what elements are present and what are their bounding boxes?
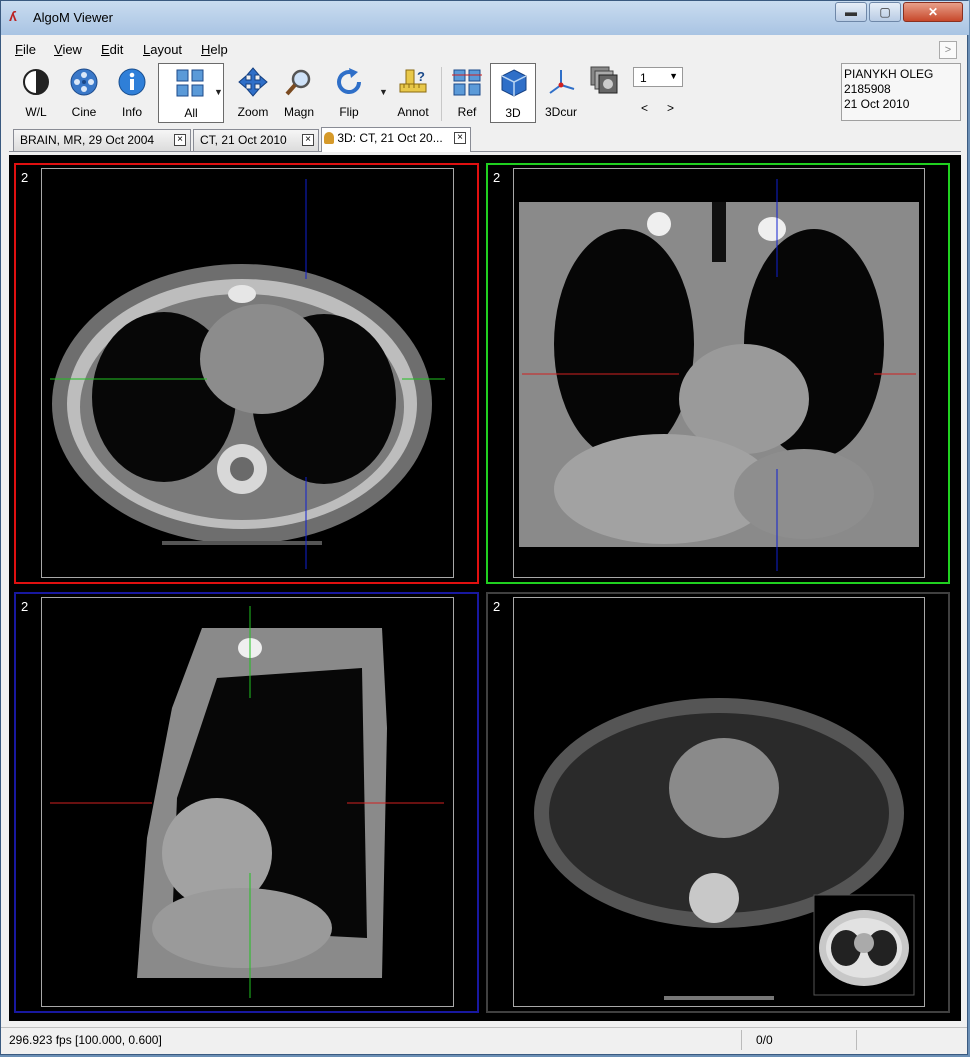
viewport-number: 2 xyxy=(21,599,29,614)
status-divider xyxy=(856,1030,857,1050)
prev-button[interactable]: < xyxy=(641,101,648,115)
tool-annot[interactable]: ? Annot xyxy=(390,63,436,123)
tab-3d-ct[interactable]: 3D: CT, 21 Oct 20... × xyxy=(321,127,471,152)
flip-dropdown-arrow[interactable]: ▼ xyxy=(379,87,388,97)
maximize-button[interactable]: ▢ xyxy=(869,2,901,22)
menu-file[interactable]: File xyxy=(15,42,36,57)
viewport-number: 2 xyxy=(21,170,29,185)
tool-ref[interactable]: Ref xyxy=(444,63,490,123)
tool-wl[interactable]: W/L xyxy=(13,63,59,123)
menu-layout[interactable]: Layout xyxy=(143,42,182,57)
image-frame xyxy=(41,597,454,1007)
tab-ct[interactable]: CT, 21 Oct 2010 × xyxy=(193,129,319,151)
viewport-axial[interactable]: 2 xyxy=(14,163,479,584)
svg-text:?: ? xyxy=(417,69,425,84)
axial-ct-image xyxy=(42,169,453,577)
viewport-number: 2 xyxy=(493,170,501,185)
cube-icon xyxy=(501,69,527,97)
patient-id: 2185908 xyxy=(844,82,891,96)
move-arrows-icon xyxy=(238,67,268,97)
menu-edit[interactable]: Edit xyxy=(101,42,123,57)
close-icon[interactable]: × xyxy=(174,134,186,146)
menu-view[interactable]: View xyxy=(54,42,82,57)
study-tabs: BRAIN, MR, 29 Oct 2004 × CT, 21 Oct 2010… xyxy=(9,127,961,152)
tool-3dcur[interactable]: 3Dcur xyxy=(538,63,584,123)
viewport-number: 2 xyxy=(493,599,501,614)
title-bar[interactable]: ʎ AlgoM Viewer ▬ ▢ ✕ xyxy=(1,1,969,35)
tool-info[interactable]: Info xyxy=(109,63,155,123)
window-title: AlgoM Viewer xyxy=(33,10,113,25)
menu-bar: File View Edit Layout Help xyxy=(6,39,964,59)
image-frame xyxy=(41,168,454,578)
all-grid-icon xyxy=(176,69,204,97)
status-divider xyxy=(741,1030,742,1050)
thumbnail-inset xyxy=(813,894,915,996)
close-button[interactable]: ✕ xyxy=(903,2,963,22)
chevron-down-icon: ▼ xyxy=(669,71,678,81)
viewport-coronal[interactable]: 2 xyxy=(486,163,950,584)
minimize-button[interactable]: ▬ xyxy=(835,2,867,22)
patient-info: PIANYKH OLEG 2185908 21 Oct 2010 xyxy=(841,63,961,121)
expand-button[interactable]: > xyxy=(939,41,957,59)
rotate-icon xyxy=(337,68,362,95)
reference-lines-icon xyxy=(452,69,482,96)
tab-brain-mr[interactable]: BRAIN, MR, 29 Oct 2004 × xyxy=(13,129,191,151)
next-button[interactable]: > xyxy=(667,101,674,115)
layout-select[interactable]: 1 ▼ xyxy=(633,67,683,87)
fps-readout: 296.923 fps [100.000, 0.600] xyxy=(9,1033,162,1047)
layout-stack-icon[interactable] xyxy=(589,65,619,95)
viewport-3d[interactable]: 2 xyxy=(486,592,950,1013)
status-bar: 296.923 fps [100.000, 0.600] 0/0 xyxy=(1,1027,967,1052)
algom-logo-icon: ʎ xyxy=(9,8,17,24)
coronal-ct-image xyxy=(514,169,924,577)
close-icon[interactable]: × xyxy=(302,134,314,146)
close-icon[interactable]: × xyxy=(454,132,466,144)
magnifier-icon xyxy=(285,69,311,96)
image-frame xyxy=(513,168,925,578)
tool-3d[interactable]: 3D xyxy=(490,63,536,123)
tool-flip[interactable]: Flip xyxy=(326,63,372,123)
viewport-sagittal[interactable]: 2 xyxy=(14,592,479,1013)
image-count: 0/0 xyxy=(756,1033,773,1047)
person-icon xyxy=(324,132,334,144)
image-frame xyxy=(513,597,925,1007)
volume-render-image xyxy=(514,598,924,1006)
viewport-grid: 2 2 2 2 xyxy=(9,155,961,1021)
menu-help[interactable]: Help xyxy=(201,42,228,57)
study-date: 21 Oct 2010 xyxy=(844,97,910,111)
sagittal-ct-image xyxy=(42,598,453,1006)
app-window: ʎ AlgoM Viewer ▬ ▢ ✕ File View Edit Layo… xyxy=(0,0,969,1055)
info-icon xyxy=(118,68,146,96)
ruler-question-icon: ? xyxy=(399,69,427,93)
patient-name: PIANYKH OLEG xyxy=(844,67,934,81)
tool-magn[interactable]: Magn xyxy=(276,63,322,123)
toolbar: W/L Cine Info All ▼ Zoom Magn Flip ▼ ? A… xyxy=(11,63,831,123)
tool-cine[interactable]: Cine xyxy=(61,63,107,123)
3d-cursor-icon xyxy=(549,70,575,94)
window-level-icon xyxy=(23,69,49,95)
film-reel-icon xyxy=(70,68,98,96)
all-dropdown-arrow[interactable]: ▼ xyxy=(214,87,223,97)
